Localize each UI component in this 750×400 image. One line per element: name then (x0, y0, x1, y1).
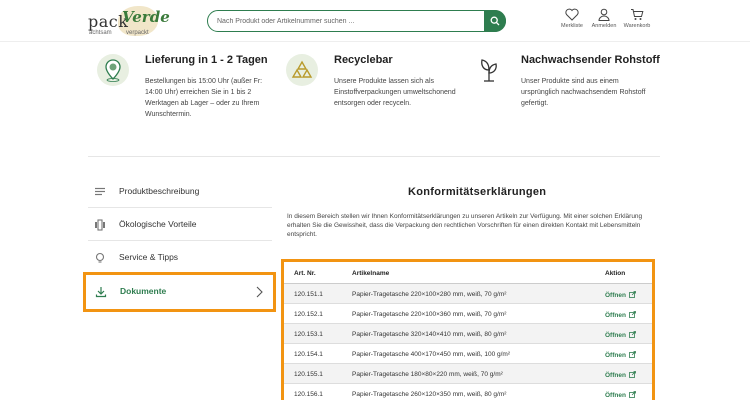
recycle-icon (291, 60, 313, 78)
external-link-icon (629, 331, 636, 338)
table-row: 120.152.1 Papier-Tragetasche 220×100×360… (284, 304, 652, 324)
chevron-right-icon (256, 286, 263, 298)
external-link-icon (629, 351, 636, 358)
table-header: Art. Nr. Artikelname Aktion (284, 262, 652, 284)
sidebar-item-label: Service & Tipps (119, 252, 179, 262)
search-button[interactable] (484, 10, 506, 32)
open-link-label: Öffnen (605, 392, 626, 399)
sidebar-item-label: Produktbeschreibung (119, 186, 200, 196)
sprout-icon (481, 59, 497, 82)
open-document-link[interactable]: Öffnen (605, 371, 636, 379)
sidebar-item-label: Dokumente (120, 286, 167, 296)
wishlist-button[interactable]: Merkliste (557, 8, 587, 29)
logo-tagline-2: verpackt (126, 30, 149, 36)
text-lines-icon (95, 187, 105, 196)
column-header-aktion: Aktion (605, 270, 626, 277)
cell-artikelname: Papier-Tragetasche 400×170×450 mm, weiß,… (352, 351, 511, 358)
cart-button[interactable]: Warenkorb (622, 8, 652, 29)
search-bar (207, 10, 506, 32)
open-document-link[interactable]: Öffnen (605, 391, 636, 399)
table-row: 120.154.1 Papier-Tragetasche 400×170×450… (284, 344, 652, 364)
heart-icon (565, 8, 579, 21)
cell-art-nr: 120.154.1 (294, 351, 323, 358)
cell-art-nr: 120.153.1 (294, 331, 323, 338)
table-row: 120.156.1 Papier-Tragetasche 260×120×350… (284, 384, 652, 400)
download-icon (95, 287, 107, 298)
cell-artikelname: Papier-Tragetasche 220×100×360 mm, weiß,… (352, 311, 507, 318)
feature-delivery-text: Bestellungen bis 15:00 Uhr (außer Fr: 14… (145, 78, 263, 118)
external-link-icon (629, 371, 636, 378)
table-row: 120.151.1 Papier-Tragetasche 220×100×280… (284, 284, 652, 304)
sidebar-item-produktbeschreibung[interactable]: Produktbeschreibung (88, 176, 272, 208)
cell-art-nr: 120.152.1 (294, 311, 323, 318)
cell-artikelname: Papier-Tragetasche 220×100×280 mm, weiß,… (352, 291, 507, 298)
open-document-link[interactable]: Öffnen (605, 311, 636, 319)
feature-recyclable-text: Unsere Produkte lassen sich als Einstoff… (334, 78, 456, 107)
wishlist-label: Merkliste (560, 23, 583, 29)
feature-renewable-text: Unser Produkte sind aus einem ursprüngli… (521, 78, 646, 107)
sidebar-item-label: Ökologische Vorteile (119, 219, 197, 229)
search-input[interactable] (217, 14, 477, 29)
sidebar-item-dokumente[interactable]: Dokumente (83, 272, 276, 312)
sidebar-item-service-tipps[interactable]: Service & Tipps (88, 242, 272, 274)
location-pin-icon (105, 59, 121, 82)
open-document-link[interactable]: Öffnen (605, 331, 636, 339)
external-link-icon (629, 391, 636, 398)
feature-recyclable-title: Recyclebar (334, 54, 393, 66)
column-header-art-nr: Art. Nr. (294, 270, 316, 277)
open-document-link[interactable]: Öffnen (605, 291, 636, 299)
section-description: In diesem Bereich stellen wir Ihnen Konf… (287, 213, 643, 238)
table-row: 120.153.1 Papier-Tragetasche 320×140×410… (284, 324, 652, 344)
column-header-artikelname: Artikelname (352, 270, 390, 277)
search-icon (490, 16, 500, 26)
cell-art-nr: 120.156.1 (294, 391, 323, 398)
feature-renewable-title: Nachwachsender Rohstoff (521, 54, 660, 66)
cell-artikelname: Papier-Tragetasche 260×120×350 mm, weiß,… (352, 391, 507, 398)
open-document-link[interactable]: Öffnen (605, 351, 636, 359)
logo-verde: Verde (122, 8, 170, 26)
site-header: pack Verde achtsam verpackt Merkliste An… (0, 0, 750, 42)
leaf-icon (95, 219, 105, 231)
feature-delivery-badge (97, 54, 129, 86)
user-icon (598, 8, 610, 21)
cell-art-nr: 120.151.1 (294, 291, 323, 298)
cell-artikelname: Papier-Tragetasche 180×80×220 mm, weiß, … (352, 371, 503, 378)
feature-delivery-title: Lieferung in 1 - 2 Tagen (145, 54, 268, 66)
cart-icon (631, 9, 644, 20)
login-button[interactable]: Anmelden (589, 8, 619, 29)
feature-renewable-badge (473, 54, 505, 86)
login-label: Anmelden (591, 23, 617, 29)
cart-label: Warenkorb (623, 23, 651, 29)
logo-tagline-1: achtsam (89, 30, 112, 36)
open-link-label: Öffnen (605, 332, 626, 339)
cell-art-nr: 120.155.1 (294, 371, 323, 378)
feature-recyclable-badge (286, 54, 318, 86)
table-row: 120.155.1 Papier-Tragetasche 180×80×220 … (284, 364, 652, 384)
open-link-label: Öffnen (605, 292, 626, 299)
conformity-table: Art. Nr. Artikelname Aktion 120.151.1 Pa… (281, 259, 655, 400)
open-link-label: Öffnen (605, 352, 626, 359)
sidebar-item-oekologische-vorteile[interactable]: Ökologische Vorteile (88, 209, 272, 241)
packverde-logo[interactable]: pack Verde achtsam verpackt (88, 4, 170, 38)
open-link-label: Öffnen (605, 312, 626, 319)
external-link-icon (629, 291, 636, 298)
cell-artikelname: Papier-Tragetasche 320×140×410 mm, weiß,… (352, 331, 507, 338)
open-link-label: Öffnen (605, 372, 626, 379)
section-divider (88, 156, 660, 157)
external-link-icon (629, 311, 636, 318)
page-title: Konformitätserklärungen (408, 186, 547, 198)
lightbulb-icon (95, 252, 105, 263)
